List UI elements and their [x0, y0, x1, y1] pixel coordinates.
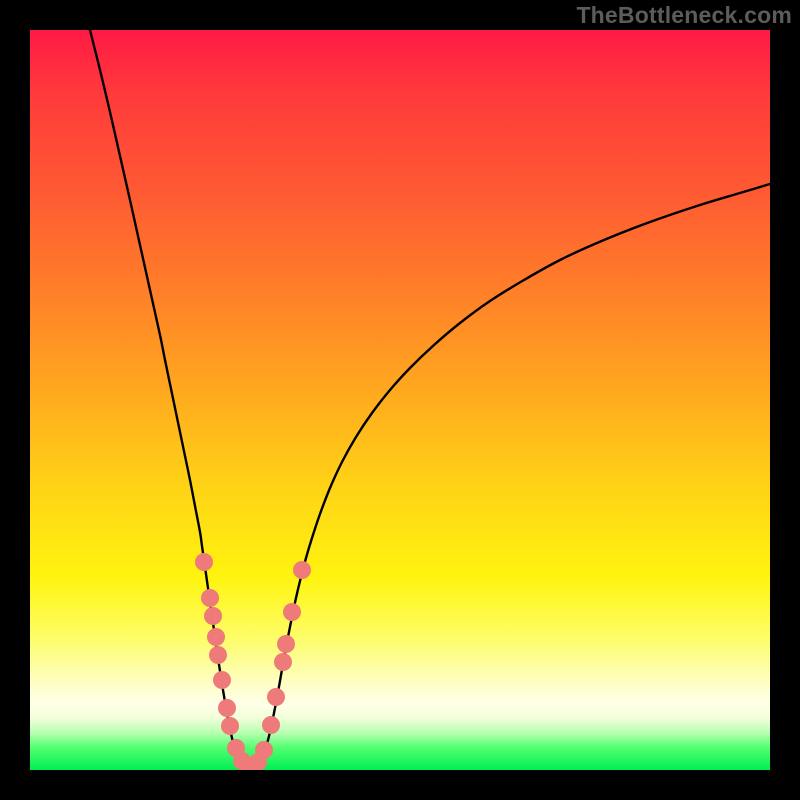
chart-stage: TheBottleneck.com	[0, 0, 800, 800]
data-marker	[262, 716, 280, 734]
data-marker	[201, 589, 219, 607]
data-marker	[195, 553, 213, 571]
chart-svg	[30, 30, 770, 770]
data-marker	[255, 741, 273, 759]
data-marker	[221, 717, 239, 735]
data-marker	[274, 653, 292, 671]
data-marker	[204, 607, 222, 625]
right-curve	[250, 184, 770, 769]
data-marker	[218, 699, 236, 717]
data-marker	[283, 603, 301, 621]
data-markers	[195, 553, 311, 770]
data-marker	[293, 561, 311, 579]
data-marker	[207, 628, 225, 646]
data-marker	[267, 688, 285, 706]
data-marker	[277, 635, 295, 653]
watermark-text: TheBottleneck.com	[576, 2, 792, 29]
data-marker	[209, 646, 227, 664]
plot-area	[30, 30, 770, 770]
data-marker	[213, 671, 231, 689]
